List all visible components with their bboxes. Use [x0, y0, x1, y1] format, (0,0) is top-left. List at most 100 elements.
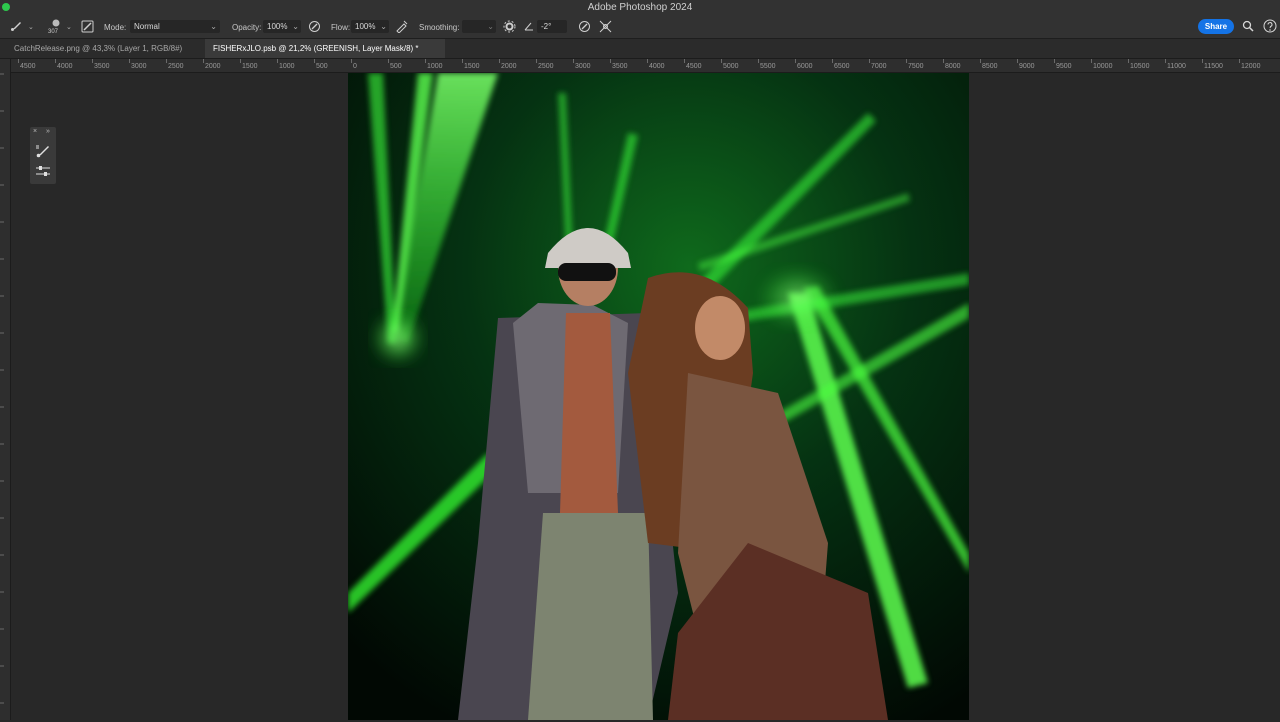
- ruler-tick-label: 3500: [612, 63, 628, 70]
- flow-label: Flow:: [331, 23, 351, 32]
- ruler-tick-label: 1000: [427, 63, 443, 70]
- ruler-tick: [203, 59, 204, 63]
- options-bar: ⌄ 307 ⌄ Mode: Normal ⌄ Opacity: 100% ⌄ F…: [0, 16, 1280, 39]
- ruler-tick: [1165, 59, 1166, 63]
- ruler-tick-label: 2000: [501, 63, 517, 70]
- ruler-tick-label: 7000: [871, 63, 887, 70]
- opacity-label: Opacity:: [232, 23, 262, 32]
- ruler-tick: [462, 59, 463, 63]
- ruler-tick: [425, 59, 426, 63]
- ruler-tick-label: 1500: [464, 63, 480, 70]
- ruler-tick-label: 10500: [1130, 63, 1150, 70]
- close-panel-icon[interactable]: ×: [33, 128, 37, 135]
- smoothing-chevron-icon: ⌄: [487, 22, 494, 31]
- ruler-tick: [795, 59, 796, 63]
- ruler-tick-label: 4500: [20, 63, 36, 70]
- ruler-tick-label: 9000: [1019, 63, 1035, 70]
- brush-settings-panel-icon[interactable]: [81, 20, 94, 33]
- search-icon[interactable]: [1242, 20, 1254, 34]
- brush-tool-icon[interactable]: [35, 144, 51, 160]
- ruler-tick-label: 2000: [205, 63, 221, 70]
- horizontal-ruler[interactable]: 4500 4000 3500 3000 2500 2000 1500 1000 500 0 500 1…: [10, 59, 1280, 73]
- ruler-tick-label: 2500: [538, 63, 554, 70]
- ruler-tick: [314, 59, 315, 63]
- ruler-tick-label: 500: [316, 63, 328, 70]
- smoothing-label: Smoothing:: [419, 23, 460, 32]
- ruler-tick-label: 5000: [723, 63, 739, 70]
- pressure-opacity-icon[interactable]: [308, 20, 321, 35]
- tab-catchrelease[interactable]: CatchRelease.png @ 43,3% (Layer 1, RGB/8…: [6, 39, 190, 58]
- opacity-value: 100%: [267, 22, 288, 31]
- document-tab-bar: CatchRelease.png @ 43,3% (Layer 1, RGB/8…: [0, 39, 1280, 59]
- brush-angle-icon: [524, 21, 534, 33]
- ruler-tick: [1054, 59, 1055, 63]
- ruler-tick-label: 3500: [94, 63, 110, 70]
- ruler-tick: [92, 59, 93, 63]
- ruler-tick-label: 8500: [982, 63, 998, 70]
- ruler-tick: [1128, 59, 1129, 63]
- ruler-tick-label: 5500: [760, 63, 776, 70]
- symmetry-icon[interactable]: [599, 20, 612, 35]
- ruler-tick: [1017, 59, 1018, 63]
- brush-angle-input[interactable]: -2°: [537, 20, 567, 33]
- ruler-tick: [277, 59, 278, 63]
- laser-flare: [373, 313, 423, 363]
- adjust-sliders-icon[interactable]: [35, 165, 51, 179]
- vertical-ruler[interactable]: [0, 59, 11, 720]
- ruler-tick-label: 8000: [945, 63, 961, 70]
- ruler-tick: [980, 59, 981, 63]
- ruler-tick-label: 3000: [575, 63, 591, 70]
- ruler-tick: [832, 59, 833, 63]
- ruler-tick-label: 11500: [1204, 63, 1223, 70]
- ruler-tick: [869, 59, 870, 63]
- flow-input[interactable]: 100% ⌄: [351, 20, 389, 33]
- ruler-tick-label: 6500: [834, 63, 850, 70]
- brush-tool-icon[interactable]: [10, 20, 22, 36]
- floating-tool-panel: × »: [30, 127, 56, 184]
- brush-picker-chevron-icon[interactable]: ⌄: [66, 23, 72, 31]
- ruler-tick-label: 1500: [242, 63, 258, 70]
- airbrush-icon[interactable]: [395, 20, 408, 35]
- app-title: Adobe Photoshop 2024: [587, 2, 693, 13]
- ruler-tick: [129, 59, 130, 63]
- ruler-tick: [943, 59, 944, 63]
- mode-label: Mode:: [104, 23, 127, 32]
- canvas-artwork: [348, 73, 969, 720]
- mode-chevron-icon: ⌄: [210, 22, 217, 31]
- opacity-chevron-icon: ⌄: [292, 22, 299, 31]
- ruler-tick: [1091, 59, 1092, 63]
- ruler-tick-label: 1000: [279, 63, 295, 70]
- ruler-tick: [721, 59, 722, 63]
- ruler-tick: [499, 59, 500, 63]
- ruler-tick: [536, 59, 537, 63]
- ruler-tick: [240, 59, 241, 63]
- smoothing-options-gear-icon[interactable]: [503, 20, 516, 35]
- ruler-tick-label: 6000: [797, 63, 813, 70]
- mode-select[interactable]: Normal ⌄: [130, 20, 220, 33]
- ruler-tick: [18, 59, 19, 63]
- ruler-tick-label: 4000: [57, 63, 73, 70]
- ruler-tick-label: 500: [390, 63, 402, 70]
- tool-preset-chevron-icon[interactable]: ⌄: [28, 23, 34, 31]
- pressure-size-icon[interactable]: [578, 20, 591, 35]
- share-button[interactable]: Share: [1198, 19, 1234, 34]
- ruler-tick-label: 2500: [168, 63, 184, 70]
- opacity-input[interactable]: 100% ⌄: [263, 20, 301, 33]
- ruler-tick: [906, 59, 907, 63]
- ruler-tick-label: 4500: [686, 63, 702, 70]
- smoothing-input[interactable]: ⌄: [462, 20, 496, 33]
- ruler-tick: [1239, 59, 1240, 63]
- ruler-tick-label: 7500: [908, 63, 924, 70]
- collapse-panel-icon[interactable]: »: [46, 128, 50, 135]
- help-lightbulb-icon[interactable]: [1263, 19, 1277, 35]
- ruler-tick-label: 10000: [1093, 63, 1113, 70]
- ruler-tick-label: 0: [353, 63, 357, 70]
- ruler-tick-label: 9500: [1056, 63, 1072, 70]
- flow-chevron-icon: ⌄: [380, 22, 387, 31]
- ruler-tick-label: 11000: [1167, 63, 1186, 70]
- tab-fisherxjlo[interactable]: FISHERxJLO.psb @ 21,2% (GREENISH, Layer …: [205, 39, 445, 58]
- ruler-tick: [388, 59, 389, 63]
- brush-size-value: 307: [48, 29, 59, 35]
- ruler-tick: [647, 59, 648, 63]
- document-canvas[interactable]: [348, 73, 969, 720]
